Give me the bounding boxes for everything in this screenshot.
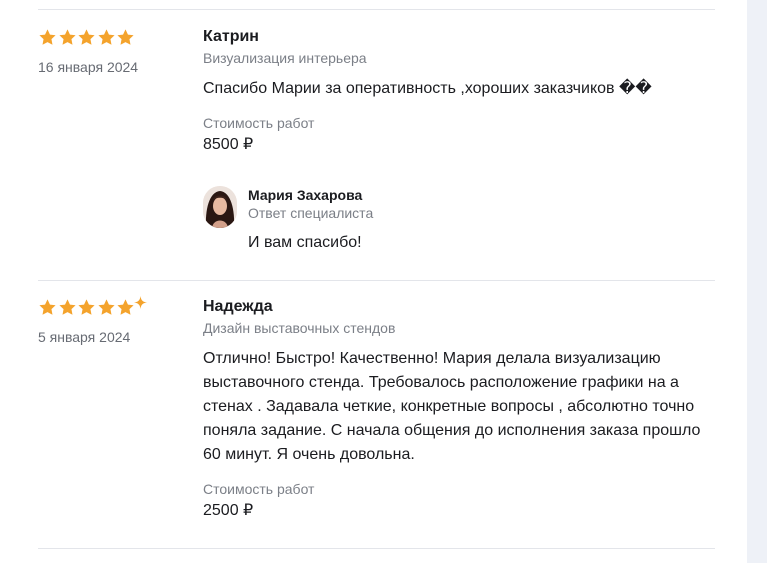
star-icon xyxy=(117,28,134,45)
specialist-reply: Мария Захарова Ответ специалиста И вам с… xyxy=(203,186,715,256)
review-content: Надежда Дизайн выставочных стендов Отлич… xyxy=(203,297,715,522)
reviewer-name: Катрин xyxy=(203,28,259,45)
rating-stars xyxy=(38,27,188,47)
divider xyxy=(38,9,715,10)
emoji-glyphs: �� xyxy=(618,80,652,97)
cost-value: 2500 ₽ xyxy=(203,502,254,519)
reviews-card: 16 января 2024 Катрин Визуализация интер… xyxy=(0,0,747,563)
star-icon xyxy=(97,28,115,45)
reply-body: Мария Захарова Ответ специалиста И вам с… xyxy=(248,186,373,254)
review-item: 16 января 2024 Катрин Визуализация интер… xyxy=(38,27,715,267)
avatar[interactable] xyxy=(203,186,237,228)
rating-stars xyxy=(38,295,188,317)
divider xyxy=(38,548,715,549)
reviewer-name: Надежда xyxy=(203,298,273,315)
star-icon xyxy=(78,28,95,45)
sparkle-icon xyxy=(133,295,147,309)
review-date: 5 января 2024 xyxy=(38,329,131,345)
review-meta: 16 января 2024 xyxy=(38,27,188,75)
review-item: 5 января 2024 Надежда Дизайн выставочных… xyxy=(38,295,715,537)
review-text: Отлично! Быстро! Качественно! Мария дела… xyxy=(203,350,701,463)
star-icon xyxy=(78,298,95,315)
cost-value: 8500 ₽ xyxy=(203,136,254,153)
star-icon xyxy=(58,298,76,315)
star-icon xyxy=(39,28,56,45)
star-icon xyxy=(58,28,76,45)
star-icon xyxy=(117,298,134,315)
star-icon xyxy=(39,298,56,315)
divider xyxy=(38,280,715,281)
review-date: 16 января 2024 xyxy=(38,59,139,75)
review-meta: 5 января 2024 xyxy=(38,295,188,345)
cost-label: Стоимость работ xyxy=(203,481,315,497)
review-text-body: Спасибо Марии за оперативность ,хороших … xyxy=(203,80,619,97)
star-icon xyxy=(97,298,115,315)
reply-text: И вам спасибо! xyxy=(248,234,362,251)
service-category: Визуализация интерьера xyxy=(203,50,367,66)
review-content: Катрин Визуализация интерьера Спасибо Ма… xyxy=(203,27,715,256)
specialist-name: Мария Захарова xyxy=(248,187,363,203)
review-text: Спасибо Марии за оперативность ,хороших … xyxy=(203,77,715,101)
service-category: Дизайн выставочных стендов xyxy=(203,320,396,336)
specialist-role: Ответ специалиста xyxy=(248,205,374,221)
cost-label: Стоимость работ xyxy=(203,115,315,131)
